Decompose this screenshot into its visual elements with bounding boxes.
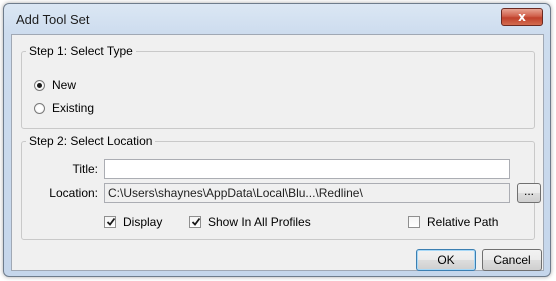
cancel-button-label: Cancel <box>493 253 531 267</box>
relative-path-checkbox[interactable]: Relative Path <box>408 214 498 230</box>
ok-button-label: OK <box>437 253 455 267</box>
show-all-label: Show In All Profiles <box>208 215 311 229</box>
close-icon: x <box>518 10 526 24</box>
show-in-all-profiles-checkbox[interactable]: Show In All Profiles <box>189 214 311 230</box>
show-all-checkbox-box[interactable] <box>189 216 201 228</box>
relative-path-checkbox-box[interactable] <box>408 216 420 228</box>
add-tool-set-dialog: Add Tool Set x Step 1: Select Type New E… <box>3 3 551 277</box>
display-checkbox-box[interactable] <box>104 216 116 228</box>
step1-legend: Step 1: Select Type <box>29 44 133 58</box>
checkmark-icon <box>191 217 201 226</box>
location-label: Location: <box>49 186 98 200</box>
dialog-body: Step 1: Select Type New Existing Step 2:… <box>11 34 544 271</box>
radio-new-label: New <box>52 78 77 92</box>
close-button[interactable]: x <box>501 8 543 26</box>
title-label: Title: <box>72 162 98 176</box>
cancel-button[interactable]: Cancel <box>482 249 542 271</box>
radio-existing-indicator[interactable] <box>34 102 45 114</box>
display-checkbox[interactable]: Display <box>104 214 162 230</box>
radio-existing[interactable]: Existing <box>34 100 94 116</box>
dialog-title: Add Tool Set <box>16 12 90 27</box>
display-label: Display <box>123 215 163 229</box>
step2-legend: Step 2: Select Location <box>29 134 153 148</box>
radio-existing-label: Existing <box>52 101 95 115</box>
browse-button-label: ... <box>523 184 534 198</box>
browse-button[interactable]: ... <box>517 183 541 203</box>
radio-new-indicator[interactable] <box>34 79 45 91</box>
relative-path-label: Relative Path <box>427 215 499 229</box>
step1-group: Step 1: Select Type <box>21 44 535 129</box>
title-input[interactable] <box>104 159 510 179</box>
checkmark-icon <box>106 217 116 226</box>
ok-button[interactable]: OK <box>416 249 476 271</box>
radio-new[interactable]: New <box>34 77 76 93</box>
location-field[interactable] <box>104 183 510 203</box>
